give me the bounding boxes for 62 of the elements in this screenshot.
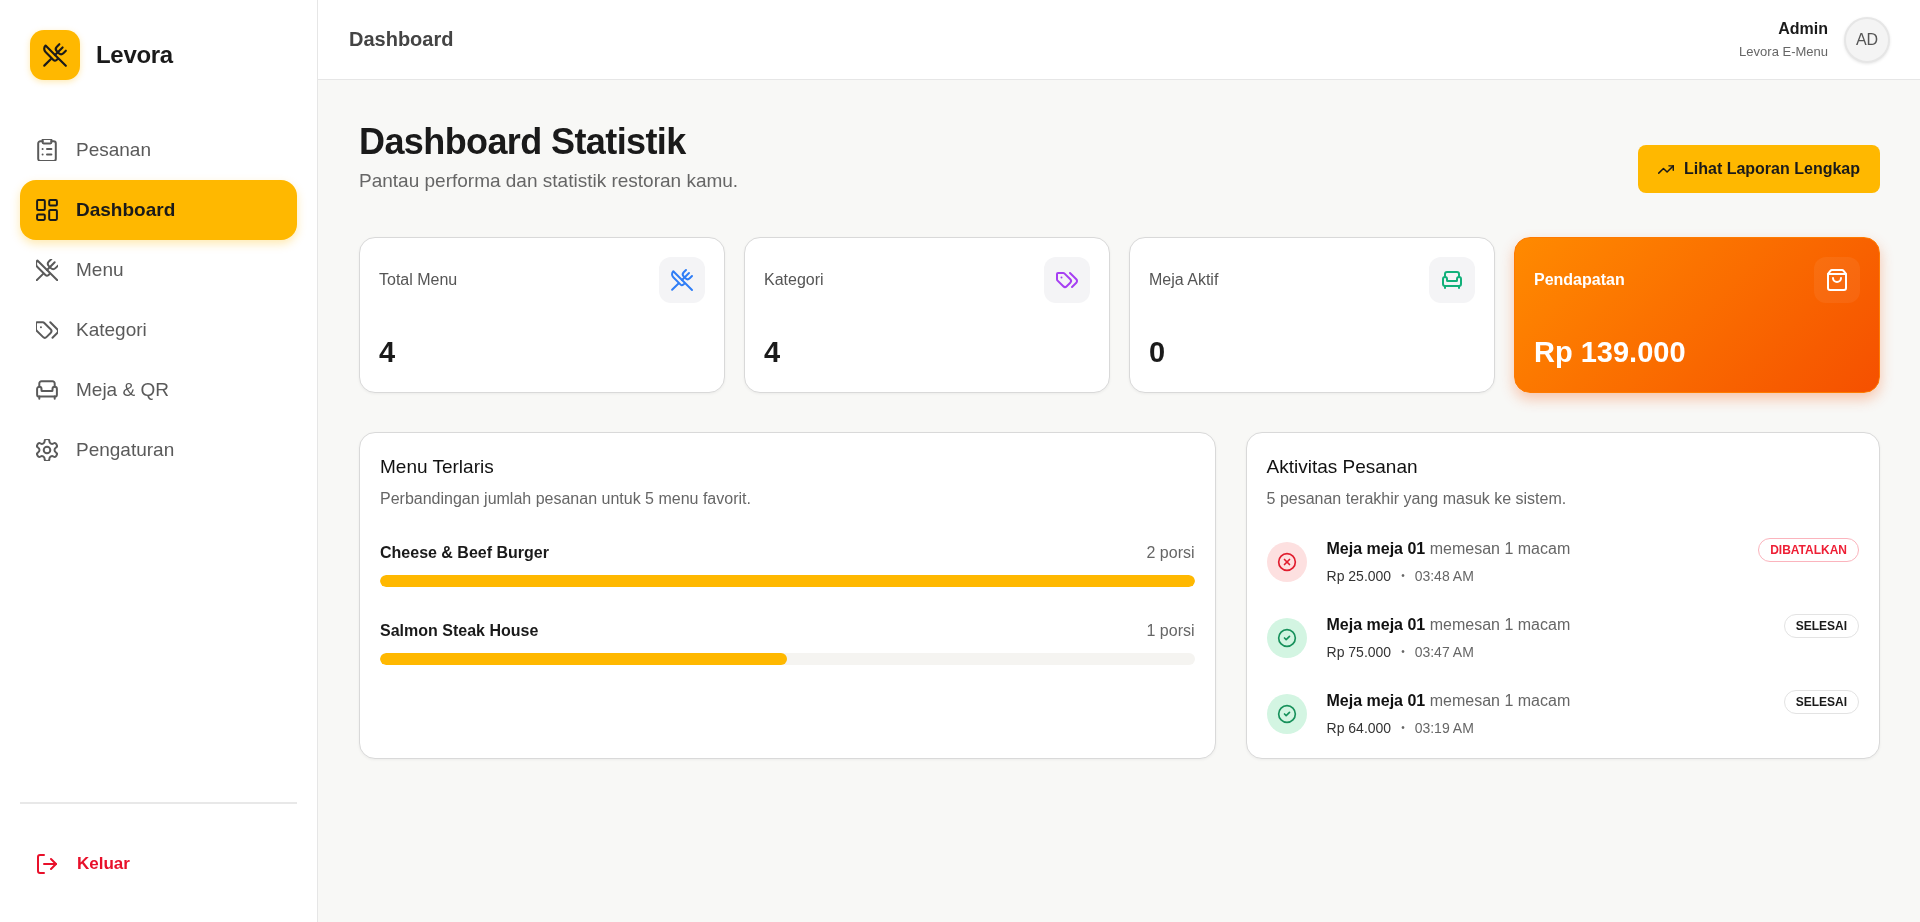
card-title: Aktivitas Pesanan	[1266, 455, 1419, 479]
x-circle-icon	[1266, 542, 1307, 582]
sidebar-item[interactable]: Pengaturan	[20, 420, 297, 480]
settings-icon	[36, 439, 58, 461]
logout-icon	[37, 854, 57, 874]
fork-knife-icon	[36, 259, 58, 281]
fork-knife-logo-icon	[30, 30, 80, 80]
order-summary: Meja meja 01 memesan 1 macam	[1326, 539, 1571, 559]
trending-up-icon	[1658, 163, 1674, 175]
status-badge: SELESAI	[1783, 614, 1859, 638]
menu-name: Salmon Steak House	[380, 621, 539, 641]
stat-value: 4	[764, 335, 782, 369]
order-time: 03:48 AM	[1414, 567, 1474, 586]
portion-count: 2 porsi	[1146, 543, 1195, 563]
stat-value: 4	[379, 335, 397, 369]
sidebar-item[interactable]: Dashboard	[20, 180, 297, 240]
stat-label: Meja Aktif	[1149, 271, 1219, 289]
clipboard-icon	[36, 139, 58, 161]
card-subtitle: 5 pesanan terakhir yang masuk ke sistem.	[1266, 489, 1568, 509]
page-subtitle: Pantau performa dan statistik restoran kamu.	[359, 169, 739, 193]
tags-icon	[1044, 257, 1090, 303]
order-time: 03:47 AM	[1414, 643, 1474, 662]
user-role: Levora E-Menu	[1739, 44, 1828, 59]
sidebar-item[interactable]: Meja & QR	[20, 360, 297, 420]
check-circle-icon	[1266, 618, 1307, 658]
card-subtitle: Perbandingan jumlah pesanan untuk 5 menu favorit.	[380, 489, 752, 509]
order-amount: Rp 25.000	[1326, 567, 1392, 586]
order-time: 03:19 AM	[1414, 719, 1474, 738]
order-amount: Rp 64.000	[1326, 719, 1392, 738]
sidebar-item[interactable]: Kategori	[20, 300, 297, 360]
status-badge: SELESAI	[1783, 690, 1859, 714]
order-amount: Rp 75.000	[1326, 643, 1392, 662]
sidebar-item[interactable]: Pesanan	[20, 120, 297, 180]
separator-dot: •	[1401, 721, 1405, 735]
sidebar-item[interactable]: Menu	[20, 240, 297, 300]
separator-dot: •	[1401, 569, 1405, 583]
armchair-icon	[36, 379, 58, 401]
dashboard-grid-icon	[36, 199, 58, 221]
card-title: Menu Terlaris	[380, 455, 495, 479]
stat-value: Rp 139.000	[1534, 335, 1687, 369]
check-circle-icon	[1266, 694, 1307, 734]
tags-icon	[36, 319, 58, 341]
brand-name: Levora	[96, 41, 173, 69]
stat-value: 0	[1149, 335, 1167, 369]
logout-button[interactable]: Keluar	[20, 834, 297, 894]
user-name: Admin	[1778, 20, 1828, 38]
report-button[interactable]: Lihat Laporan Lengkap	[1638, 145, 1880, 193]
stat-label: Pendapatan	[1534, 271, 1625, 289]
portion-count: 1 porsi	[1146, 621, 1195, 641]
stat-label: Kategori	[764, 271, 824, 289]
page-title: Dashboard Statistik	[359, 121, 687, 163]
armchair-icon	[1429, 257, 1475, 303]
separator-dot: •	[1401, 645, 1405, 659]
menu-name: Cheese & Beef Burger	[380, 543, 549, 563]
fork-knife-icon	[659, 257, 705, 303]
shopping-bag-icon	[1814, 257, 1860, 303]
order-summary: Meja meja 01 memesan 1 macam	[1326, 691, 1571, 711]
stat-label: Total Menu	[379, 271, 458, 289]
header-title: Dashboard	[349, 28, 454, 51]
order-summary: Meja meja 01 memesan 1 macam	[1326, 615, 1571, 635]
user-avatar[interactable]: AD	[1844, 16, 1890, 63]
status-badge: DIBATALKAN	[1758, 538, 1859, 562]
